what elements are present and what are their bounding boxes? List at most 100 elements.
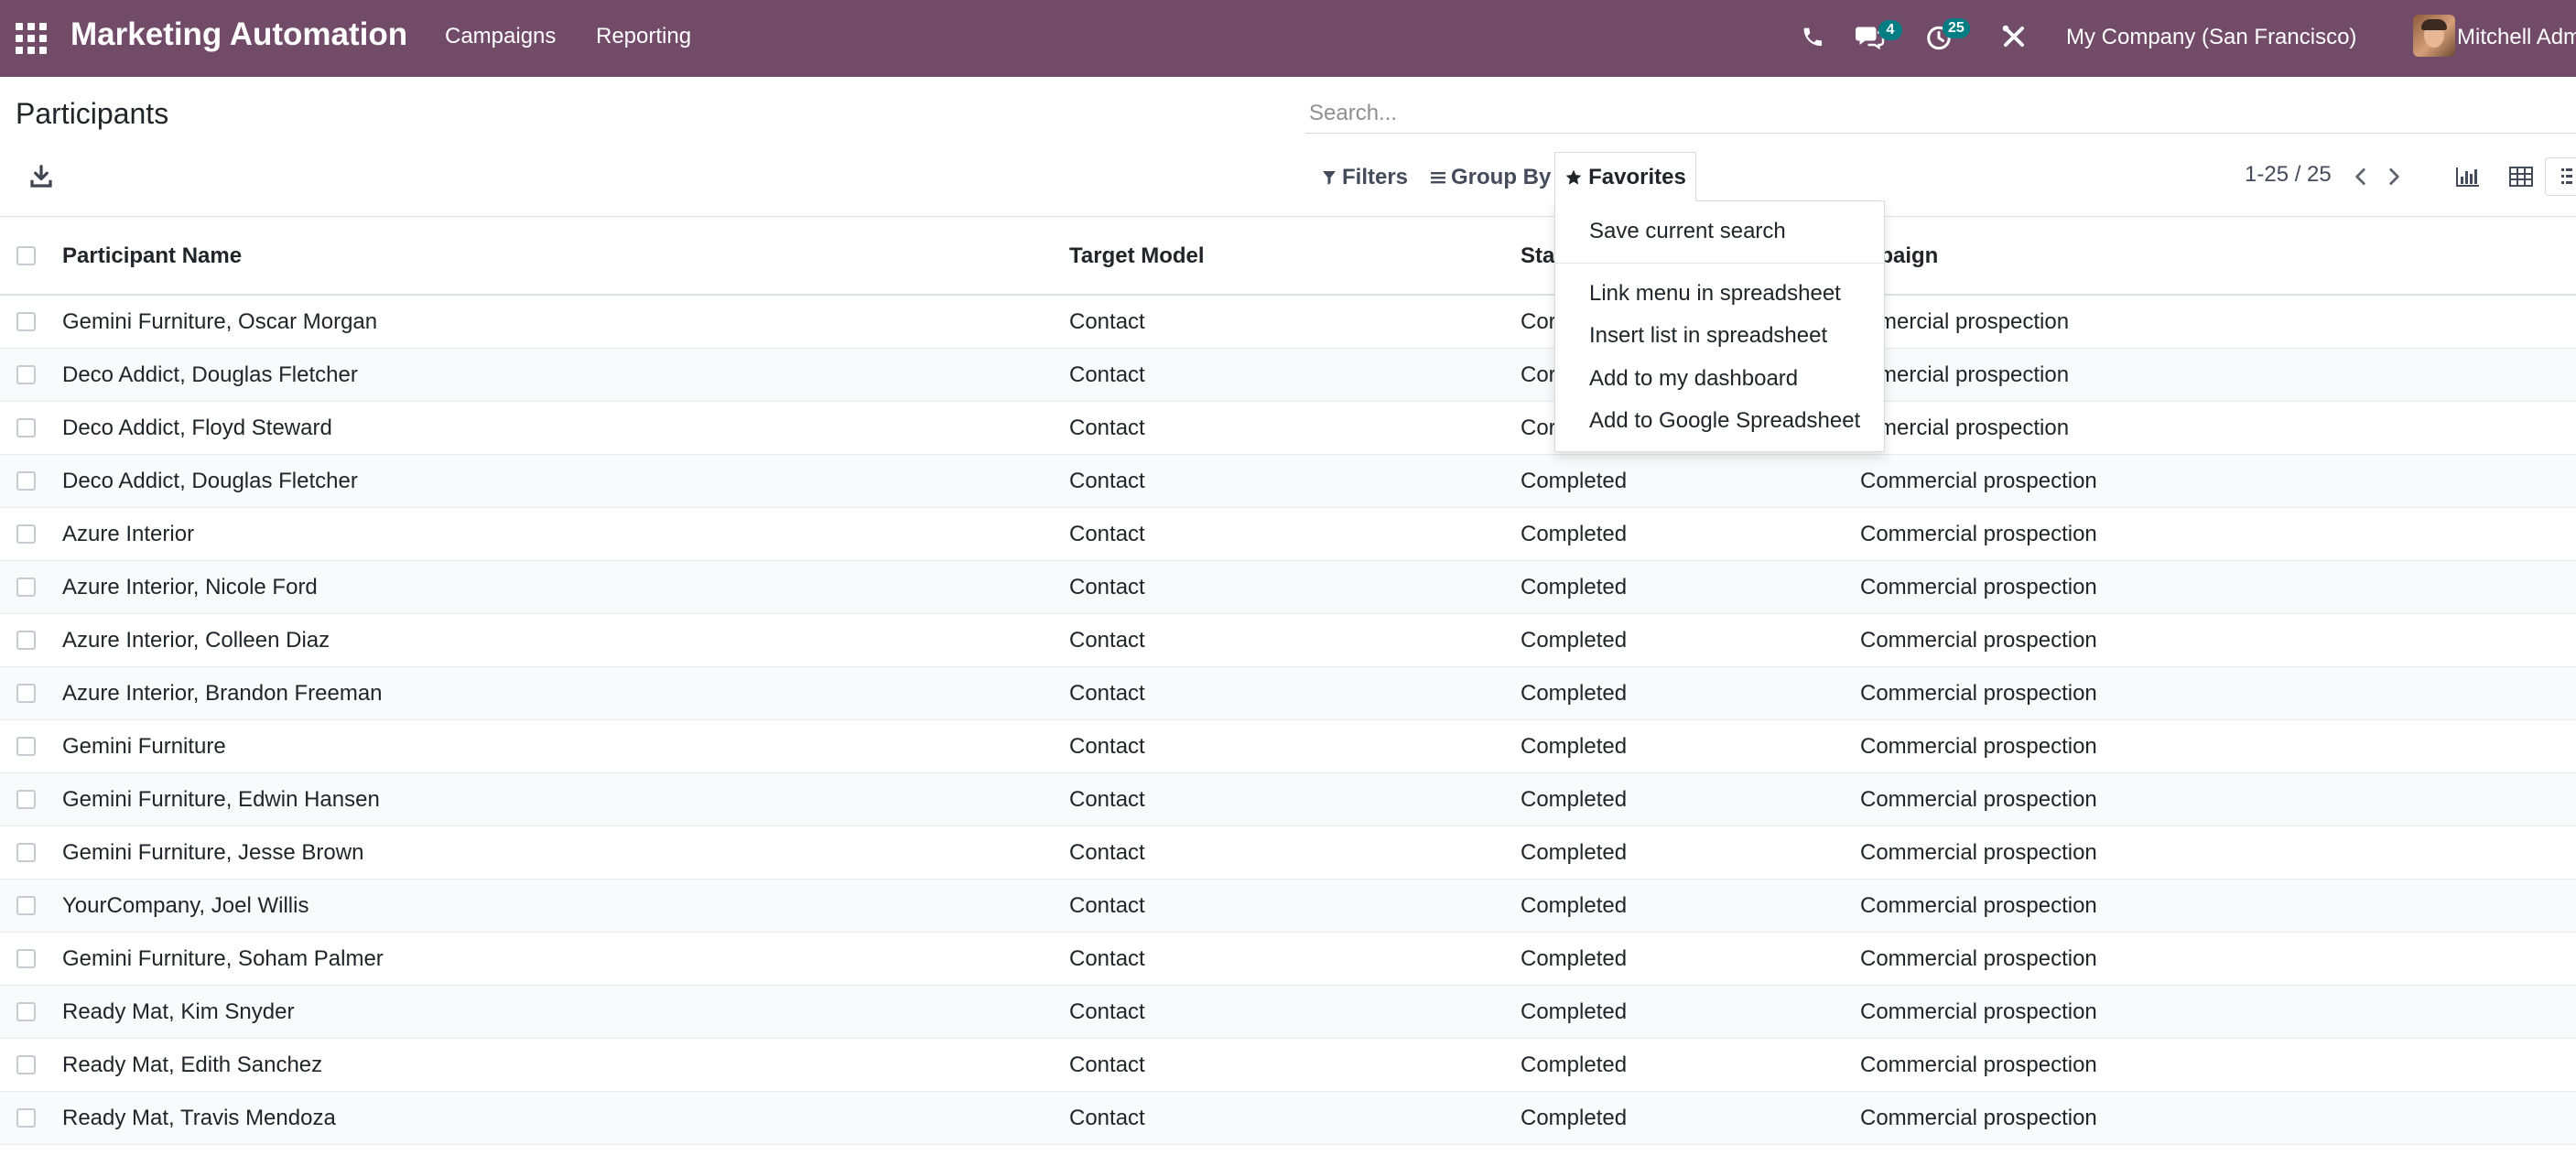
table-row[interactable]: Deco Addict, Floyd Steward Contact Cor mmer… — [0, 402, 2576, 455]
campaign-cell: Commercial prospection — [1860, 522, 2097, 546]
table-row[interactable]: Azure Interior, Nicole Ford Contact Comple… — [0, 561, 2576, 614]
column-participant-name[interactable]: Participant Name — [62, 243, 242, 269]
table-row[interactable]: Gemini Furniture, Edwin Hansen Contact Com… — [0, 773, 2576, 826]
target-model-cell: Contact — [1069, 416, 1145, 440]
bar-chart-icon — [2456, 167, 2479, 187]
table-row[interactable]: Deco Addict, Douglas Fletcher Contact Comp… — [0, 455, 2576, 508]
favorites-dropdown: Save current search Link menu in spreads… — [1554, 200, 1885, 452]
campaign-cell: Commercial prospection — [1860, 628, 2097, 653]
search-input[interactable] — [1305, 93, 2576, 133]
table-row[interactable]: Gemini Furniture, Jesse Brown Contact Comp… — [0, 826, 2576, 880]
select-all-checkbox[interactable] — [16, 246, 36, 265]
state-cell: Completed — [1521, 999, 1628, 1024]
row-checkbox[interactable] — [16, 578, 36, 597]
row-checkbox[interactable] — [16, 1108, 36, 1128]
list-view-button[interactable] — [2545, 157, 2576, 196]
menu-reporting[interactable]: Reporting — [596, 24, 691, 49]
column-target-model[interactable]: Target Model — [1069, 243, 1205, 269]
table-header: Participant Name Target Model Stat mpaig… — [0, 216, 2576, 296]
table-row[interactable]: Azure Interior Contact Completed Commercial… — [0, 508, 2576, 561]
save-current-search-item[interactable]: Save current search — [1589, 219, 1786, 244]
favorites-button[interactable]: Favorites — [1554, 152, 1696, 201]
target-model-cell: Contact — [1069, 840, 1145, 865]
state-cell: Completed — [1521, 787, 1628, 812]
row-checkbox[interactable] — [16, 471, 36, 491]
tools-icon[interactable] — [1997, 20, 2030, 53]
filters-button[interactable]: Filters — [1322, 161, 1408, 194]
target-model-cell: Contact — [1069, 681, 1145, 706]
row-checkbox[interactable] — [16, 1055, 36, 1074]
apps-grid-icon[interactable] — [15, 22, 47, 54]
star-icon — [1565, 169, 1582, 185]
target-model-cell: Contact — [1069, 309, 1145, 334]
table-row[interactable]: Ready Mat, Kim Snyder Contact Completed Com… — [0, 986, 2576, 1039]
app-title[interactable]: Marketing Automation — [70, 16, 407, 53]
phone-icon[interactable] — [1796, 20, 1829, 53]
top-navbar: Marketing Automation Campaigns Reporting… — [0, 0, 2576, 77]
row-checkbox[interactable] — [16, 949, 36, 968]
table-row[interactable]: Gemini Furniture Contact Completed Commerci… — [0, 720, 2576, 773]
menu-campaigns[interactable]: Campaigns — [445, 24, 556, 49]
pivot-table-icon — [2509, 167, 2533, 187]
row-checkbox[interactable] — [16, 524, 36, 544]
chevron-left-icon[interactable] — [2349, 163, 2373, 190]
user-menu[interactable]: Mitchell Adm — [2457, 25, 2576, 50]
list-view-icon — [2560, 168, 2572, 184]
page-title: Participants — [16, 97, 169, 130]
row-checkbox[interactable] — [16, 312, 36, 331]
campaign-cell: mmercial prospection — [1860, 309, 2070, 334]
table-row[interactable]: Ready Mat, Edith Sanchez Contact Completed… — [0, 1039, 2576, 1092]
search-bar — [1305, 93, 2576, 134]
table-row[interactable]: Gemini Furniture, Oscar Morgan Contact Cor… — [0, 296, 2576, 349]
table-row[interactable]: Azure Interior, Brandon Freeman Contact Co… — [0, 667, 2576, 720]
row-checkbox[interactable] — [16, 631, 36, 650]
table-row[interactable]: Deco Addict, Douglas Fletcher Contact Cor m… — [0, 349, 2576, 402]
row-checkbox[interactable] — [16, 737, 36, 756]
row-checkbox[interactable] — [16, 1002, 36, 1021]
row-checkbox[interactable] — [16, 896, 36, 915]
table-row[interactable]: Gemini Furniture, Soham Palmer Contact Com… — [0, 933, 2576, 986]
download-icon[interactable] — [27, 163, 55, 190]
group-by-button[interactable]: Group By — [1431, 161, 1551, 194]
target-model-cell: Contact — [1069, 628, 1145, 653]
state-cell: Completed — [1521, 734, 1628, 759]
row-checkbox[interactable] — [16, 365, 36, 384]
participant-name-cell: Azure Interior — [62, 522, 195, 546]
company-switcher[interactable]: My Company (San Francisco) — [2066, 25, 2356, 50]
row-checkbox[interactable] — [16, 418, 36, 437]
filter-icon — [1323, 171, 1336, 185]
state-cell: Completed — [1521, 1052, 1628, 1077]
campaign-cell: Commercial prospection — [1860, 999, 2097, 1024]
row-checkbox[interactable] — [16, 843, 36, 862]
state-cell: Cor — [1521, 416, 1556, 440]
avatar[interactable] — [2413, 15, 2455, 57]
participant-name-cell: Ready Mat, Edith Sanchez — [62, 1052, 323, 1077]
campaign-cell: Commercial prospection — [1860, 893, 2097, 918]
target-model-cell: Contact — [1069, 469, 1145, 493]
campaign-cell: mmercial prospection — [1860, 416, 2070, 440]
participant-name-cell: YourCompany, Joel Willis — [62, 893, 309, 918]
state-cell: Completed — [1521, 628, 1628, 653]
table-row[interactable]: Ready Mat, Travis Mendoza Contact Complete… — [0, 1092, 2576, 1145]
row-checkbox[interactable] — [16, 684, 36, 703]
group-by-label: Group By — [1451, 165, 1552, 189]
participant-name-cell: Gemini Furniture, Jesse Brown — [62, 840, 364, 865]
insert-list-spreadsheet-item[interactable]: Insert list in spreadsheet — [1589, 323, 1827, 349]
table-row[interactable]: YourCompany, Joel Willis Contact Completed… — [0, 880, 2576, 933]
campaign-cell: Commercial prospection — [1860, 575, 2097, 599]
pager-value[interactable]: 1-25 / 25 — [2245, 162, 2332, 188]
graph-view-button[interactable] — [2445, 157, 2491, 196]
pivot-view-button[interactable] — [2498, 157, 2544, 196]
row-checkbox[interactable] — [16, 790, 36, 809]
add-to-dashboard-item[interactable]: Add to my dashboard — [1589, 366, 1798, 392]
link-menu-spreadsheet-item[interactable]: Link menu in spreadsheet — [1589, 281, 1841, 307]
state-cell: Completed — [1521, 1106, 1628, 1130]
dropdown-divider — [1555, 263, 1884, 264]
table-row[interactable]: Azure Interior, Colleen Diaz Contact Compl… — [0, 614, 2576, 667]
add-to-google-spreadsheet-item[interactable]: Add to Google Spreadsheet — [1589, 408, 1860, 434]
target-model-cell: Contact — [1069, 787, 1145, 812]
target-model-cell: Contact — [1069, 734, 1145, 759]
target-model-cell: Contact — [1069, 1106, 1145, 1130]
chevron-right-icon[interactable] — [2382, 163, 2406, 190]
participant-name-cell: Deco Addict, Douglas Fletcher — [62, 362, 358, 387]
